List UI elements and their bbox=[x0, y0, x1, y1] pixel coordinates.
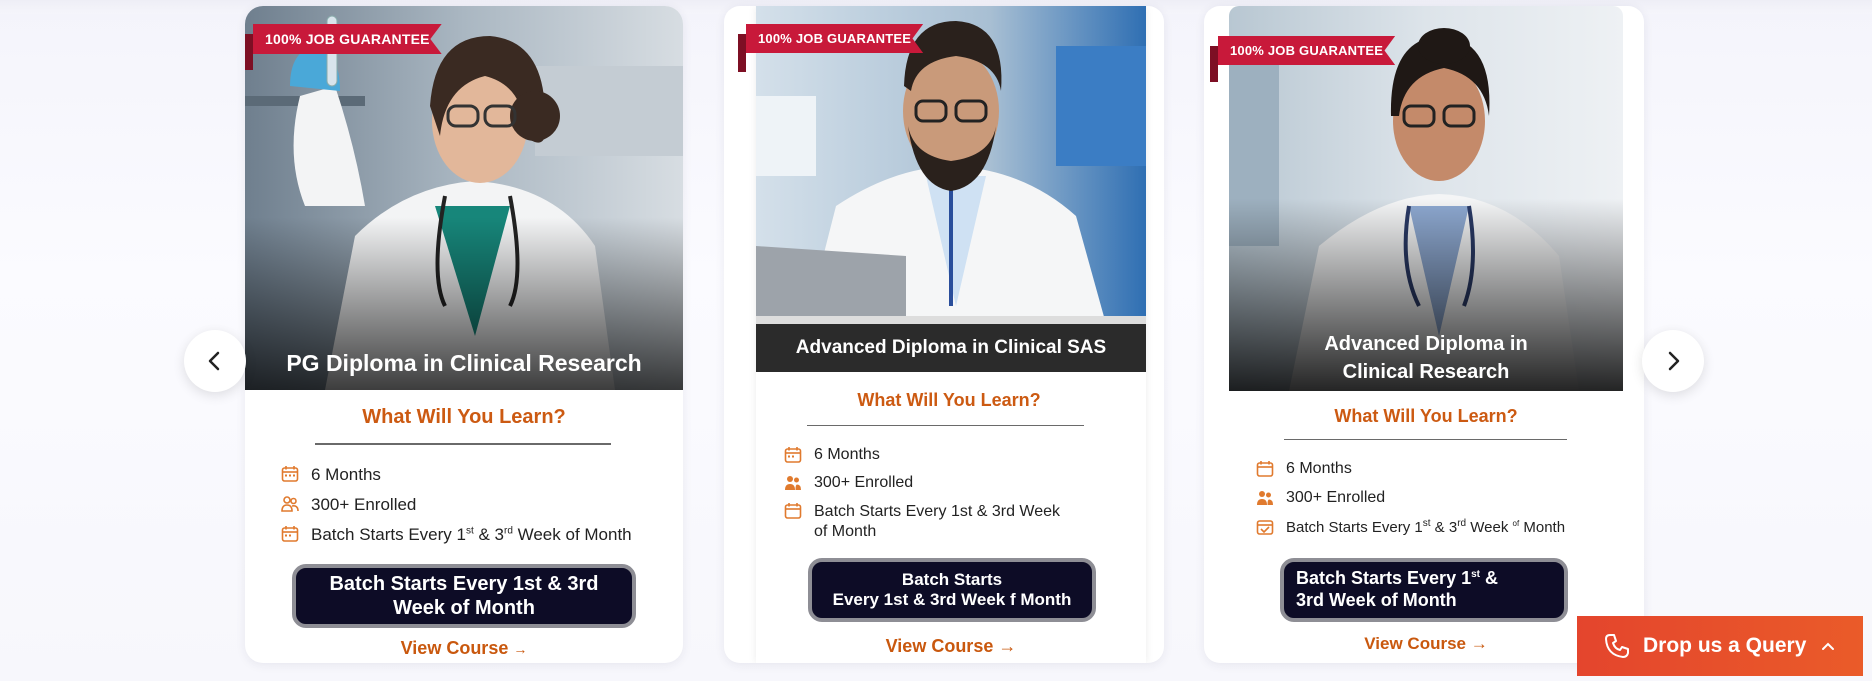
feature-duration: 6 Months bbox=[784, 446, 880, 466]
learn-heading: What Will You Learn? bbox=[1334, 406, 1518, 426]
arrow-right-icon: → bbox=[998, 636, 1017, 656]
calendar-check-icon bbox=[1256, 518, 1276, 538]
calendar-icon bbox=[281, 465, 301, 485]
learn-heading: What Will You Learn? bbox=[362, 406, 566, 428]
course-image bbox=[756, 6, 1146, 324]
feature-batch: Batch Starts Every 1st & 3rd Week of Mon… bbox=[281, 525, 632, 545]
users-icon bbox=[784, 474, 804, 494]
feature-text: 300+ Enrolled bbox=[1286, 489, 1386, 506]
feature-text: 300+ Enrolled bbox=[814, 474, 914, 491]
divider bbox=[807, 425, 1084, 426]
calendar-icon bbox=[281, 525, 301, 545]
phone-icon bbox=[1605, 634, 1629, 658]
feature-text: 6 Months bbox=[1286, 460, 1352, 477]
view-course-link[interactable]: View Course → bbox=[1229, 634, 1623, 654]
chevron-up-icon bbox=[1822, 642, 1835, 650]
feature-enrolled: 300+ Enrolled bbox=[784, 474, 913, 494]
job-guarantee-badge: 100% JOB GUARANTEE bbox=[1210, 36, 1396, 82]
course-title: PG Diploma in Clinical Research bbox=[286, 349, 642, 376]
job-guarantee-badge: 100% JOB GUARANTEE bbox=[738, 24, 924, 72]
feature-enrolled: 300+ Enrolled bbox=[1256, 489, 1385, 509]
feature-duration: 6 Months bbox=[1256, 460, 1352, 480]
users-icon bbox=[1256, 489, 1276, 509]
course-card-pg-clinical-research: PG Diploma in Clinical Research 100% JOB… bbox=[245, 6, 683, 663]
calendar-icon bbox=[784, 446, 804, 466]
feature-text: 300+ Enrolled bbox=[311, 495, 417, 514]
arrow-right-icon: → bbox=[513, 641, 528, 657]
calendar-icon bbox=[784, 502, 804, 522]
view-course-link[interactable]: View Course → bbox=[245, 638, 683, 659]
feature-text: Batch Starts Every 1st & 3rd Week of Mont… bbox=[814, 503, 1061, 540]
feature-text: 6 Months bbox=[814, 446, 880, 463]
arrow-right-icon: → bbox=[1470, 634, 1488, 653]
feature-duration: 6 Months bbox=[281, 465, 381, 485]
view-course-link[interactable]: View Course → bbox=[756, 636, 1146, 657]
divider bbox=[315, 443, 611, 445]
course-image bbox=[245, 6, 683, 390]
feature-text: Batch Starts Every 1st & 3rd Week of Mon… bbox=[1286, 518, 1566, 536]
job-guarantee-badge: 100% JOB GUARANTEE bbox=[245, 24, 442, 70]
feature-text: 6 Months bbox=[311, 465, 381, 484]
batch-cta-button[interactable]: Batch Starts Every 1st & 3rd Week f Mont… bbox=[808, 558, 1096, 622]
feature-enrolled: 300+ Enrolled bbox=[281, 495, 416, 515]
carousel-next-button[interactable] bbox=[1642, 330, 1704, 392]
feature-text: Batch Starts Every 1st & 3rd Week of Mon… bbox=[311, 525, 632, 544]
course-card-clinical-sas: Advanced Diploma in Clinical SAS 100% JO… bbox=[724, 6, 1164, 663]
users-icon bbox=[281, 495, 301, 515]
drop-query-button[interactable]: Drop us a Query bbox=[1577, 616, 1863, 676]
feature-batch: Batch Starts Every 1st & 3rd Week of Mont… bbox=[784, 502, 1114, 542]
course-title: Advanced Diploma in Clinical Research bbox=[1324, 333, 1528, 383]
feature-batch: Batch Starts Every 1st & 3rd Week of Mon… bbox=[1256, 518, 1565, 538]
batch-cta-button[interactable]: Batch Starts Every 1st & 3rd Week of Mon… bbox=[1280, 558, 1568, 622]
carousel-prev-button[interactable] bbox=[184, 330, 246, 392]
batch-cta-button[interactable]: Batch Starts Every 1st & 3rd Week of Mon… bbox=[292, 564, 636, 628]
course-card-adv-clinical-research: Advanced Diploma in Clinical Research 10… bbox=[1204, 6, 1644, 663]
course-title: Advanced Diploma in Clinical SAS bbox=[756, 324, 1146, 372]
calendar-icon bbox=[1256, 460, 1276, 480]
query-label: Drop us a Query bbox=[1643, 634, 1807, 657]
divider bbox=[1284, 439, 1567, 440]
chevron-left-icon bbox=[208, 351, 220, 371]
learn-heading: What Will You Learn? bbox=[857, 390, 1041, 410]
chevron-right-icon bbox=[1668, 351, 1680, 371]
